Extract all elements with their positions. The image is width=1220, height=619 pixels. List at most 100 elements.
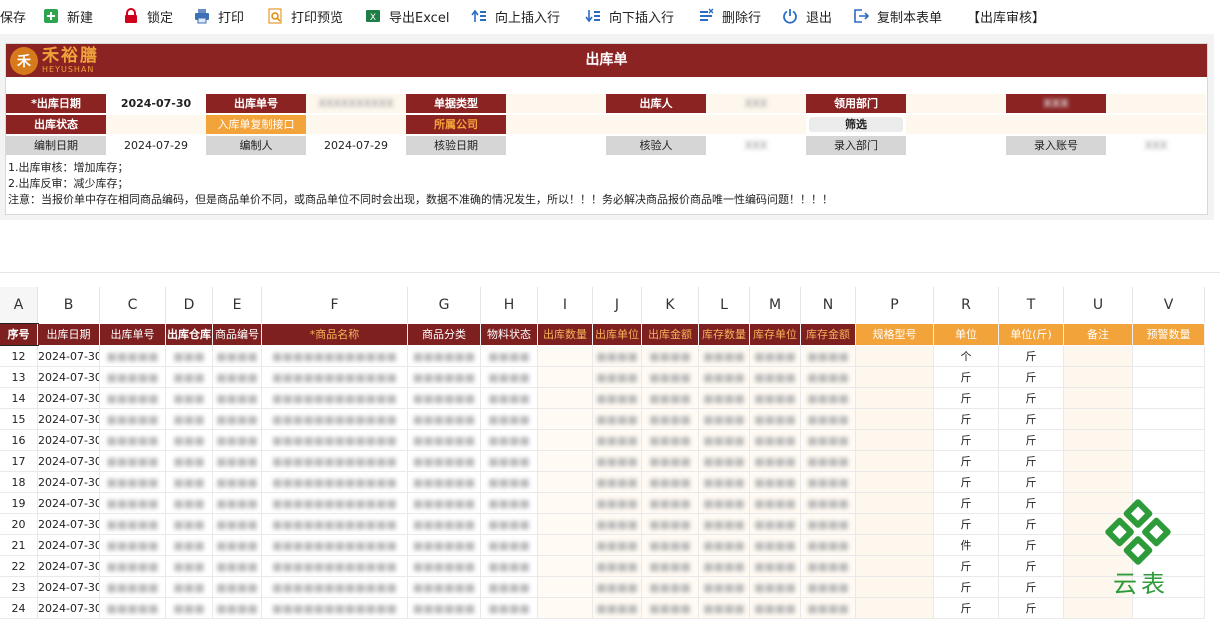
row-cell[interactable]: [1064, 367, 1133, 388]
header-8[interactable]: 物料状态: [481, 324, 538, 345]
row-number[interactable]: 19: [0, 493, 38, 514]
row-cell[interactable]: ■■■■: [750, 367, 801, 388]
row-cell[interactable]: [856, 598, 934, 619]
table-row[interactable]: 21 2024-07-30 ■■■■■ ■■■ ■■■■ ■■■■■■■■■■■■ ■■■■…: [0, 535, 1220, 556]
row-cell[interactable]: ■■■■: [642, 556, 699, 577]
row-cell[interactable]: ■■■■: [699, 388, 750, 409]
row-number[interactable]: 21: [0, 535, 38, 556]
row-cell[interactable]: ■■■■: [699, 514, 750, 535]
row-cell[interactable]: ■■■■: [750, 346, 801, 367]
header-7[interactable]: 商品分类: [408, 324, 481, 345]
row-cell[interactable]: ■■■■: [593, 346, 642, 367]
row-cell[interactable]: [856, 409, 934, 430]
row-cell[interactable]: ■■■: [166, 493, 213, 514]
row-cell[interactable]: [856, 535, 934, 556]
row-date[interactable]: 2024-07-30: [38, 493, 100, 514]
row-unit[interactable]: 斤: [934, 409, 999, 430]
row-cell[interactable]: ■■■■■■■■■■■■: [262, 409, 408, 430]
row-unit-jin[interactable]: 斤: [999, 598, 1064, 619]
row-cell[interactable]: ■■■: [166, 535, 213, 556]
row-cell[interactable]: [538, 367, 593, 388]
row-cell[interactable]: ■■■■: [642, 451, 699, 472]
row-cell[interactable]: ■■■■■■: [408, 472, 481, 493]
table-row[interactable]: 15 2024-07-30 ■■■■■ ■■■ ■■■■ ■■■■■■■■■■■■ ■■■■…: [0, 409, 1220, 430]
dept-field[interactable]: [906, 94, 1006, 113]
row-cell[interactable]: ■■■■■■■■■■■■: [262, 577, 408, 598]
column-letter-V[interactable]: V: [1133, 287, 1205, 323]
row-cell[interactable]: ■■■■■■■■■■■■: [262, 430, 408, 451]
row-cell[interactable]: ■■■■■■■■■■■■: [262, 472, 408, 493]
row-cell[interactable]: ■■■■: [699, 409, 750, 430]
row-cell[interactable]: ■■■■: [801, 493, 856, 514]
row-unit-jin[interactable]: 斤: [999, 346, 1064, 367]
row-cell[interactable]: ■■■■■: [100, 367, 166, 388]
row-cell[interactable]: ■■■■: [801, 577, 856, 598]
row-cell[interactable]: ■■■■: [481, 346, 538, 367]
row-cell[interactable]: ■■■■■: [100, 430, 166, 451]
row-cell[interactable]: ■■■■■■: [408, 493, 481, 514]
row-cell[interactable]: [1133, 430, 1205, 451]
row-cell[interactable]: ■■■■: [481, 535, 538, 556]
exit-button[interactable]: 退出: [782, 0, 853, 32]
row-unit[interactable]: 斤: [934, 577, 999, 598]
row-cell[interactable]: ■■■■: [481, 598, 538, 619]
row-cell[interactable]: [856, 514, 934, 535]
row-cell[interactable]: ■■■■: [801, 472, 856, 493]
row-cell[interactable]: ■■■■: [642, 514, 699, 535]
row-cell[interactable]: [1064, 409, 1133, 430]
table-row[interactable]: 14 2024-07-30 ■■■■■ ■■■ ■■■■ ■■■■■■■■■■■■ ■■■■…: [0, 388, 1220, 409]
header-5[interactable]: 商品编号: [213, 324, 262, 345]
row-cell[interactable]: ■■■■■■■■■■■■: [262, 514, 408, 535]
extra-field[interactable]: [1106, 94, 1206, 113]
row-cell[interactable]: ■■■: [166, 367, 213, 388]
row-cell[interactable]: ■■■■: [801, 598, 856, 619]
row-cell[interactable]: ■■■■■: [100, 346, 166, 367]
row-cell[interactable]: ■■■■: [593, 598, 642, 619]
column-letter-K[interactable]: K: [642, 287, 699, 323]
row-cell[interactable]: ■■■■: [750, 514, 801, 535]
row-cell[interactable]: [856, 451, 934, 472]
row-cell[interactable]: ■■■■■: [100, 451, 166, 472]
row-cell[interactable]: ■■■■: [699, 535, 750, 556]
column-letter-A[interactable]: A: [0, 287, 38, 323]
row-cell[interactable]: ■■■■■■: [408, 535, 481, 556]
row-cell[interactable]: ■■■■■■■■■■■■: [262, 493, 408, 514]
row-cell[interactable]: ■■■■: [750, 430, 801, 451]
row-cell[interactable]: ■■■■: [801, 556, 856, 577]
audit-out-button[interactable]: 【出库审核】: [967, 0, 1057, 32]
row-cell[interactable]: ■■■■: [213, 577, 262, 598]
row-cell[interactable]: ■■■■: [213, 556, 262, 577]
row-cell[interactable]: ■■■■: [750, 472, 801, 493]
out-status-field[interactable]: [106, 115, 206, 134]
row-cell[interactable]: [856, 472, 934, 493]
row-cell[interactable]: ■■■■■■: [408, 388, 481, 409]
check-date-field[interactable]: [506, 136, 606, 155]
editor-field[interactable]: 2024-07-29: [306, 136, 406, 155]
copy-inbound-button[interactable]: 入库单复制接口: [206, 115, 306, 134]
column-letter-D[interactable]: D: [166, 287, 213, 323]
row-cell[interactable]: [1133, 409, 1205, 430]
filter-button[interactable]: 筛选: [809, 117, 903, 132]
row-cell[interactable]: [1133, 367, 1205, 388]
row-unit[interactable]: 斤: [934, 388, 999, 409]
table-row[interactable]: 16 2024-07-30 ■■■■■ ■■■ ■■■■ ■■■■■■■■■■■■ ■■■■…: [0, 430, 1220, 451]
row-cell[interactable]: ■■■■: [801, 409, 856, 430]
row-cell[interactable]: ■■■■■: [100, 409, 166, 430]
column-letter-H[interactable]: H: [481, 287, 538, 323]
row-unit-jin[interactable]: 斤: [999, 577, 1064, 598]
header-19[interactable]: 预警数量: [1133, 324, 1205, 345]
row-cell[interactable]: ■■■: [166, 451, 213, 472]
row-cell[interactable]: ■■■■■■: [408, 577, 481, 598]
row-cell[interactable]: ■■■■: [699, 493, 750, 514]
row-cell[interactable]: ■■■■■: [100, 556, 166, 577]
row-unit[interactable]: 斤: [934, 451, 999, 472]
print-button[interactable]: 打印: [194, 0, 267, 32]
row-cell[interactable]: ■■■■: [699, 451, 750, 472]
row-cell[interactable]: ■■■■■■■■■■■■: [262, 367, 408, 388]
save-button[interactable]: 保存: [0, 0, 43, 32]
row-unit-jin[interactable]: 斤: [999, 514, 1064, 535]
row-cell[interactable]: ■■■■: [593, 409, 642, 430]
header-4[interactable]: 出库仓库: [166, 324, 213, 345]
header-18[interactable]: 备注: [1064, 324, 1133, 345]
row-cell[interactable]: ■■■■■■■■■■■■: [262, 451, 408, 472]
